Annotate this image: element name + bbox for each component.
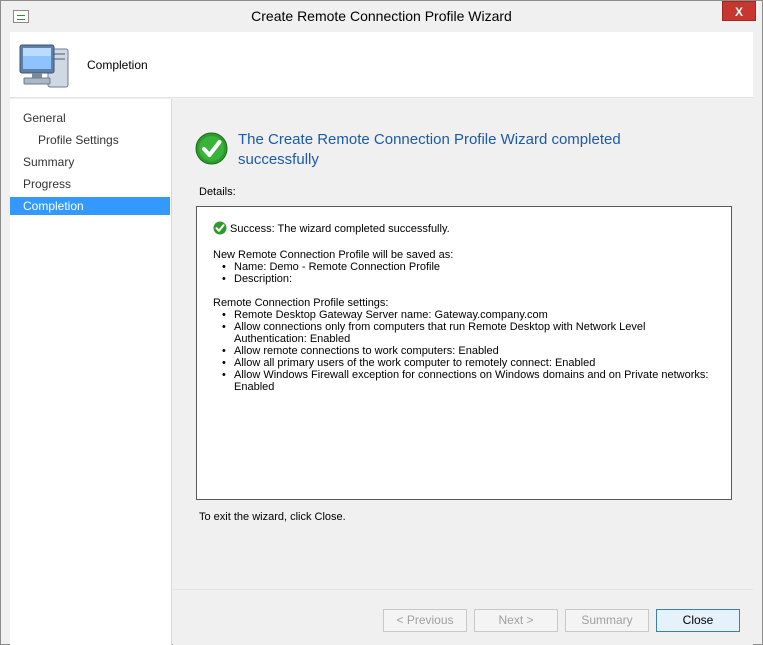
save-section-title: New Remote Connection Profile will be sa… [213, 249, 454, 261]
completion-heading: The Create Remote Connection Profile Wiz… [238, 131, 621, 168]
main-content: The Create Remote Connection Profile Wiz… [173, 99, 753, 589]
nav-item-completion[interactable]: Completion [10, 197, 170, 215]
wizard-footer: < Previous Next > Summary Close [173, 589, 753, 645]
nav-item-summary[interactable]: Summary [10, 153, 170, 171]
next-button[interactable]: Next > [474, 609, 558, 632]
list-item: Name: Demo - Remote Connection Profile [222, 261, 715, 273]
list-item: Allow remote connections to work compute… [222, 345, 715, 357]
summary-button[interactable]: Summary [565, 609, 649, 632]
list-item: Allow Windows Firewall exception for con… [222, 369, 715, 393]
success-line: Success: The wizard completed successful… [213, 221, 715, 237]
nav-item-profile-settings[interactable]: Profile Settings [10, 131, 170, 149]
nav-item-general[interactable]: General [10, 109, 170, 127]
list-item: Description: [222, 273, 715, 285]
list-item: Allow connections only from computers th… [222, 321, 715, 345]
title-bar: Create Remote Connection Profile Wizard … [1, 1, 762, 31]
success-check-icon [195, 132, 228, 165]
success-text: Success: The wizard completed successful… [230, 223, 450, 235]
close-button[interactable]: Close [656, 609, 740, 632]
wizard-header: Completion [10, 32, 753, 98]
exit-instruction: To exit the wizard, click Close. [199, 511, 346, 523]
wizard-nav: General Profile Settings Summary Progres… [10, 99, 172, 645]
success-small-check-icon [213, 221, 227, 235]
settings-section: Remote Connection Profile settings: Remo… [213, 297, 715, 393]
list-item: Remote Desktop Gateway Server name: Gate… [222, 309, 715, 321]
settings-list: Remote Desktop Gateway Server name: Gate… [213, 309, 715, 393]
details-label: Details: [199, 186, 236, 198]
wizard-window: Create Remote Connection Profile Wizard … [0, 0, 763, 645]
window-title: Create Remote Connection Profile Wizard [251, 8, 512, 24]
details-box[interactable]: Success: The wizard completed successful… [196, 206, 732, 500]
previous-button[interactable]: < Previous [383, 609, 467, 632]
settings-section-title: Remote Connection Profile settings: [213, 297, 389, 309]
nav-item-progress[interactable]: Progress [10, 175, 170, 193]
save-section: New Remote Connection Profile will be sa… [213, 249, 715, 285]
header-title: Completion [87, 58, 148, 72]
save-list: Name: Demo - Remote Connection Profile D… [213, 261, 715, 285]
list-item: Allow all primary users of the work comp… [222, 357, 715, 369]
computer-icon [19, 44, 69, 88]
close-window-button[interactable]: X [722, 1, 756, 21]
